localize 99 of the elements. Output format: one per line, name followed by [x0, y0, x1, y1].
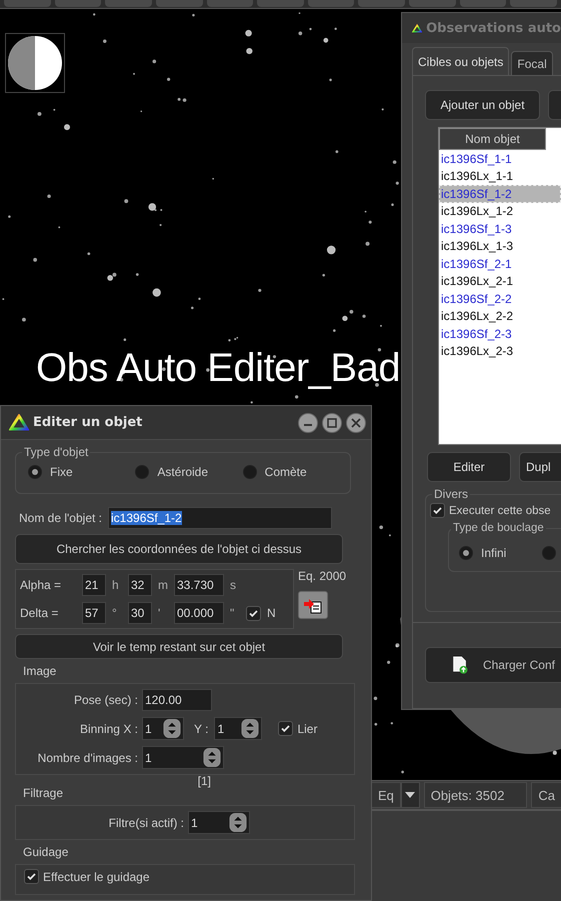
dialog-title: Editer un objet	[33, 415, 142, 430]
status-text: Ca	[531, 782, 561, 808]
close-icon	[351, 418, 361, 428]
unit-label: '	[158, 606, 162, 620]
checkbox[interactable]	[278, 721, 294, 736]
paste-coordinates-button[interactable]	[298, 591, 328, 619]
binning-y-spinner[interactable]: 1	[214, 717, 262, 740]
radio-label: Infini	[481, 546, 506, 560]
spinner-arrows-icon[interactable]	[203, 748, 221, 767]
field-label: Nom de l'objet :	[19, 511, 102, 525]
list-item[interactable]: ic1396Lx_1-2	[439, 202, 561, 220]
caret-icon	[405, 792, 416, 798]
unit-label: "	[230, 606, 236, 620]
list-item[interactable]: ic1396Sf_1-3	[439, 220, 561, 238]
radio-button[interactable]	[542, 546, 556, 560]
radio-button[interactable]	[459, 546, 473, 560]
tab[interactable]: Cibles ou objets	[412, 47, 510, 75]
list-item[interactable]: ic1396Sf_1-2	[439, 185, 561, 202]
checkbox-label: N	[267, 606, 276, 620]
checkmark-icon	[280, 723, 292, 734]
radio-button[interactable]	[242, 465, 257, 479]
list-item[interactable]: ic1396Sf_2-2	[439, 290, 561, 308]
section-heading: Filtrage	[22, 786, 64, 800]
spinner-arrows-icon[interactable]	[163, 719, 181, 738]
field-label: Y :	[194, 722, 208, 736]
checkbox[interactable]	[24, 869, 39, 884]
edit-button[interactable]: Editer	[427, 452, 511, 482]
coordinate-field[interactable]: 30	[128, 602, 152, 624]
load-config-button[interactable]: Charger Conf	[425, 647, 561, 683]
list-item[interactable]: ic1396Lx_1-1	[439, 168, 561, 185]
radio-label: Comète	[264, 465, 307, 479]
unit-label: h	[112, 578, 120, 592]
add-object-button[interactable]: Ajouter un objet	[425, 90, 540, 120]
exposure-field[interactable]: 120.00	[142, 689, 212, 711]
group-title: Type de bouclage	[451, 521, 546, 536]
list-item[interactable]: ic1396Sf_1-1	[439, 150, 561, 168]
coordinate-label: Delta =	[20, 606, 60, 620]
unit-label: °	[112, 606, 118, 620]
window-title: Observations auto	[426, 20, 561, 36]
section-heading: Image	[22, 664, 58, 678]
unit-label: m	[158, 578, 168, 592]
field-label: Nombre d'images :	[36, 750, 138, 764]
unit-label: s	[230, 578, 237, 592]
caption-text: Obs Auto Editer_Bad	[36, 346, 400, 391]
list-item[interactable]: ic1396Lx_2-3	[439, 342, 561, 360]
field-label: Pose (sec) :	[72, 693, 138, 707]
coordinate-field[interactable]: 57	[82, 602, 106, 624]
frame-value: Eq	[372, 782, 401, 808]
radio-label: Astéroide	[157, 465, 208, 479]
duplicate-button[interactable]: Dupl	[519, 452, 561, 482]
radio-button[interactable]	[28, 465, 42, 479]
image-count-spinner[interactable]: 1	[142, 746, 224, 769]
checkbox[interactable]	[246, 606, 261, 620]
radio-dot-icon	[463, 550, 469, 556]
list-item[interactable]: ic1396Lx_2-1	[439, 272, 561, 290]
minimize-button[interactable]	[298, 412, 318, 432]
checkmark-icon	[248, 608, 259, 618]
spinner-arrows-icon[interactable]	[229, 813, 247, 832]
object-name-field[interactable]: ic1396Sf_1-2	[108, 507, 332, 529]
object-count: Objets: 3502	[424, 782, 528, 808]
radio-label: Fixe	[50, 465, 73, 479]
coordinate-field[interactable]: 00.000	[174, 602, 224, 624]
checkbox-label: Lier	[297, 722, 318, 736]
maximize-icon	[327, 418, 337, 428]
search-coordinates-button[interactable]: Chercher les coordonnées de l'objet ci dessus	[15, 534, 343, 564]
minimize-icon	[304, 424, 312, 426]
checkbox[interactable]	[430, 503, 445, 518]
radio-button[interactable]	[135, 465, 150, 479]
radio-dot-icon	[32, 469, 38, 475]
coordinate-label: Alpha =	[20, 578, 62, 592]
list-item[interactable]: ic1396Lx_1-3	[439, 238, 561, 255]
group-title: Type d'objet	[22, 445, 90, 460]
filter-spinner[interactable]: 1	[188, 811, 250, 834]
list-item[interactable]: ic1396Lx_2-2	[439, 308, 561, 325]
binning-x-spinner[interactable]: 1	[142, 717, 184, 740]
clipboard-arrow-icon	[303, 596, 323, 614]
epoch-label: Eq. 2000	[298, 569, 346, 583]
close-button[interactable]	[346, 412, 366, 432]
spinner-arrows-icon[interactable]	[241, 719, 260, 738]
triangle-logo-icon	[9, 414, 29, 431]
moon-phase-icon	[5, 33, 65, 93]
coordinate-field[interactable]: 21	[82, 574, 106, 596]
checkmark-icon	[26, 871, 37, 882]
checkbox-label: Executer cette obse	[449, 504, 551, 516]
remaining-time-button[interactable]: Voir le temp restant sur cet objet	[15, 634, 343, 659]
checkmark-icon	[432, 505, 443, 516]
filter-index: [1]	[198, 774, 211, 790]
dropdown-button[interactable]	[400, 782, 420, 808]
section-heading: Guidage	[22, 845, 70, 859]
column-header[interactable]: Nom objet	[439, 128, 546, 150]
field-label: Binning X :	[78, 722, 138, 736]
coordinate-field[interactable]: 33.730	[174, 574, 224, 596]
tab[interactable]: Focal	[511, 51, 553, 75]
list-item[interactable]: ic1396Sf_2-3	[439, 325, 561, 342]
coordinate-field[interactable]: 32	[128, 574, 152, 596]
checkbox-label: Effectuer le guidage	[43, 870, 150, 884]
list-item[interactable]: ic1396Sf_2-1	[439, 255, 561, 272]
field-label: Filtre(si actif) :	[108, 816, 184, 830]
maximize-button[interactable]	[322, 412, 342, 432]
